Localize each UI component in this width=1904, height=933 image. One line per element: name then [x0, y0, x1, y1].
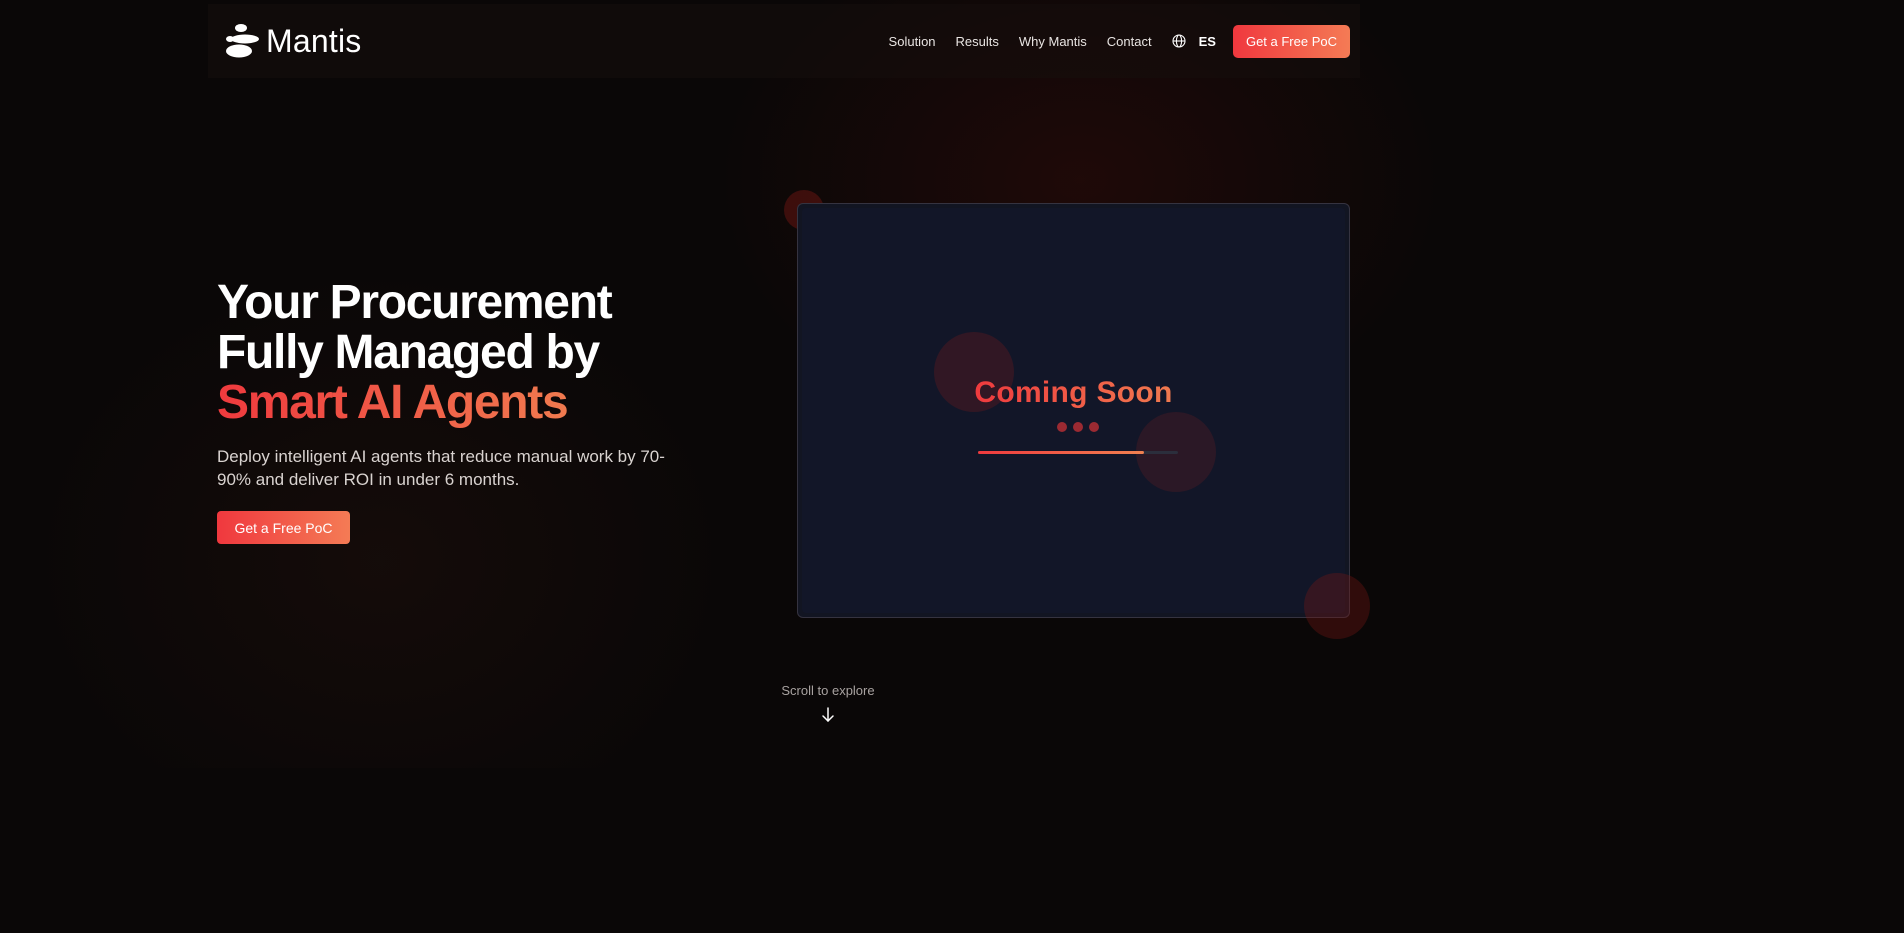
arrow-down-icon[interactable] [820, 706, 836, 724]
stacked-stones-icon [226, 24, 259, 58]
main-nav: Solution Results Why Mantis Contact ES G… [889, 24, 1350, 58]
loading-dot [1089, 422, 1099, 432]
loading-dots [1057, 422, 1099, 432]
nav-link-contact[interactable]: Contact [1107, 34, 1152, 49]
nav-link-results[interactable]: Results [956, 34, 999, 49]
video-card-screen: Coming Soon [802, 208, 1345, 613]
nav-link-why-mantis[interactable]: Why Mantis [1019, 34, 1087, 49]
hero-title-line-2: Fully Managed by [217, 326, 600, 379]
loading-dot [1057, 422, 1067, 432]
hero-title-line-1: Your Procurement [217, 276, 613, 329]
header-cta-button[interactable]: Get a Free PoC [1232, 24, 1350, 58]
page: Mantis Solution Results Why Mantis Conta… [0, 0, 1568, 768]
video-card: Coming Soon [797, 203, 1350, 618]
hero-subtitle: Deploy intelligent AI agents that reduce… [217, 447, 665, 489]
hero-cta-button[interactable]: Get a Free PoC [217, 511, 350, 544]
decor-glow-bottom-right [1304, 573, 1370, 639]
language-toggle[interactable]: ES [1199, 34, 1216, 49]
progress-bar [978, 451, 1178, 454]
hero-title-accent: Smart AI Agents [217, 376, 569, 429]
brand-name: Mantis [266, 22, 362, 59]
progress-bar-fill [978, 451, 1144, 454]
loading-dot [1073, 422, 1083, 432]
brand[interactable]: Mantis [224, 23, 361, 60]
globe-icon[interactable] [1172, 34, 1186, 48]
site-header: Mantis Solution Results Why Mantis Conta… [208, 4, 1360, 78]
scroll-hint[interactable]: Scroll to explore [760, 683, 896, 698]
hero-title: Your Procurement Fully Managed by Smart … [217, 276, 613, 429]
nav-link-solution[interactable]: Solution [889, 34, 936, 49]
coming-soon-label: Coming Soon [974, 376, 1173, 409]
